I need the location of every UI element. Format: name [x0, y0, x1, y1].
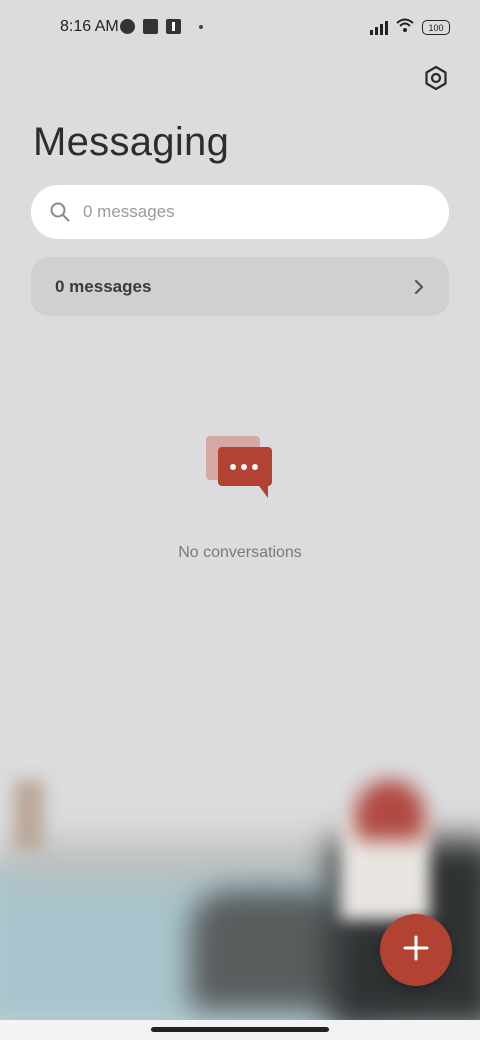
system-icons: 100	[370, 18, 450, 37]
settings-button[interactable]	[420, 64, 452, 96]
navigation-bar	[0, 1020, 480, 1040]
status-time: 8:16 AM	[60, 18, 119, 35]
wifi-icon	[396, 18, 414, 37]
notification-icons	[120, 19, 203, 34]
search-input[interactable]	[81, 201, 415, 223]
empty-state: No conversations	[0, 430, 480, 562]
new-conversation-button[interactable]	[380, 914, 452, 986]
signal-icon	[370, 20, 388, 35]
search-bar[interactable]	[31, 185, 449, 239]
empty-state-text: No conversations	[178, 544, 302, 561]
search-icon	[49, 201, 71, 223]
battery-icon: 100	[422, 20, 450, 35]
app-notification-icon	[120, 19, 135, 34]
dot-icon	[199, 24, 203, 29]
plus-icon	[402, 934, 430, 967]
messages-row-label: 0 messages	[55, 276, 152, 296]
status-bar: 8:16 AM 100	[0, 0, 480, 56]
chevron-right-icon	[413, 278, 425, 296]
upload-icon	[166, 19, 181, 34]
settings-icon	[423, 65, 449, 96]
messages-folder-row[interactable]: 0 messages	[31, 257, 449, 316]
home-gesture-handle[interactable]	[151, 1027, 329, 1032]
square-notification-icon	[143, 19, 158, 34]
chat-bubbles-icon	[0, 430, 480, 500]
page-title: Messaging	[33, 120, 230, 164]
